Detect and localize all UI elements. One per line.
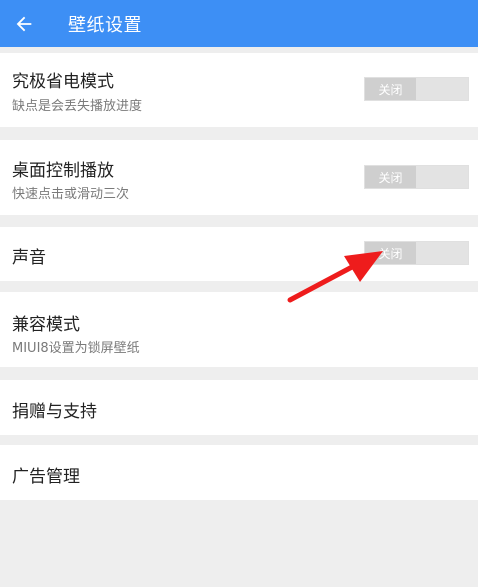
annotation-arrow-icon — [287, 251, 383, 303]
